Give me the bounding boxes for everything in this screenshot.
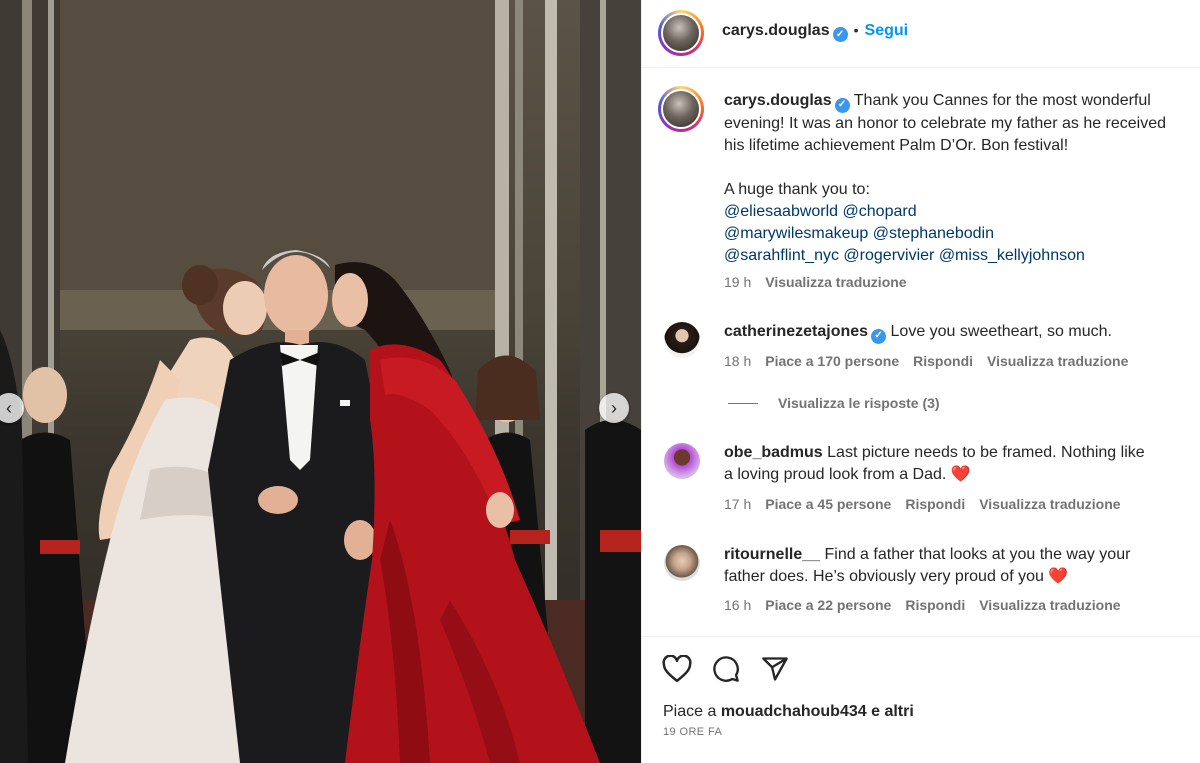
- mention-link[interactable]: @chopard: [843, 203, 917, 220]
- author-username[interactable]: carys.douglas: [722, 22, 830, 39]
- caption-text-line3: his lifetime achievement Palm D’Or. Bon …: [724, 136, 1069, 154]
- mention-link[interactable]: @marywilesmakeup: [724, 225, 868, 242]
- likes-prefix: Piace a: [663, 703, 717, 720]
- heart-icon[interactable]: [662, 655, 692, 683]
- comment-avatar[interactable]: [664, 545, 700, 581]
- comment-reply-button[interactable]: Rispondi: [905, 597, 965, 613]
- verified-badge-icon: ✓: [871, 328, 887, 344]
- heart-emoji-icon: ❤️: [950, 466, 971, 483]
- mention-link[interactable]: @sarahflint_nyc: [724, 247, 839, 264]
- comment-meta: 17 h Piace a 45 persone Rispondi Visualizza…: [724, 496, 1135, 512]
- post-actions-bar: [642, 636, 1200, 763]
- comment-username[interactable]: obe_badmus: [724, 444, 823, 461]
- comment-likes[interactable]: Piace a 22 persone: [765, 597, 891, 613]
- post-details-panel: carys.douglas ✓ • Segui carys.douglas ✓ Than…: [641, 0, 1200, 763]
- comment-item: ritournelle__ Find a father that looks a…: [724, 544, 1130, 588]
- author-avatar[interactable]: [658, 10, 704, 56]
- comment-username[interactable]: catherinezetajones: [724, 323, 868, 340]
- caption-translate-link[interactable]: Visualizza traduzione: [765, 274, 906, 290]
- comment-translate-link[interactable]: Visualizza traduzione: [987, 353, 1128, 369]
- chevron-left-icon: ‹: [6, 398, 12, 418]
- comment-icon[interactable]: [712, 655, 740, 683]
- comment-translate-link[interactable]: Visualizza traduzione: [979, 597, 1120, 613]
- heart-emoji-icon: ❤️: [1048, 568, 1069, 585]
- separator-dot: •: [853, 22, 859, 38]
- comment-time[interactable]: 17 h: [724, 496, 751, 512]
- caption-text-line2: evening! It was an honor to celebrate my…: [724, 114, 1167, 132]
- verified-badge-icon: ✓: [832, 27, 848, 42]
- comment-likes[interactable]: Piace a 170 persone: [765, 353, 899, 369]
- comment-avatar[interactable]: [664, 322, 700, 358]
- comment-text: father does. He’s obviously very proud o…: [724, 568, 1044, 585]
- post-timestamp[interactable]: 19 ORE FA: [663, 726, 722, 738]
- caption-time[interactable]: 19 h: [724, 274, 751, 290]
- comment-likes[interactable]: Piace a 45 persone: [765, 496, 891, 512]
- comment-meta: 16 h Piace a 22 persone Rispondi Visualizza…: [724, 597, 1135, 613]
- mention-link[interactable]: @eliesaabworld: [724, 203, 838, 220]
- comment-text: Love you sweetheart, so much.: [890, 323, 1112, 340]
- comment-time[interactable]: 18 h: [724, 353, 751, 369]
- comment-reply-button[interactable]: Rispondi: [905, 496, 965, 512]
- post-caption: carys.douglas ✓ Thank you Cannes for the …: [724, 90, 1200, 267]
- thanks-heading: A huge thank you to:: [724, 180, 870, 198]
- mention-link[interactable]: @miss_kellyjohnson: [939, 247, 1085, 264]
- share-icon[interactable]: [761, 655, 789, 683]
- view-replies-button[interactable]: Visualizza le risposte (3): [728, 395, 954, 411]
- comment-time[interactable]: 16 h: [724, 597, 751, 613]
- comment-text: a loving proud look from a Dad.: [724, 466, 947, 483]
- divider-line: [728, 402, 758, 404]
- comment-avatar[interactable]: [664, 443, 700, 479]
- caption-meta: 19 h Visualizza traduzione: [724, 274, 921, 290]
- comment-text: Find a father that looks at you the way …: [824, 546, 1131, 563]
- comment-text: Last picture needs to be framed. Nothing…: [827, 444, 1145, 461]
- view-replies-label: Visualizza le risposte (3): [778, 395, 940, 411]
- caption-author-avatar[interactable]: [658, 86, 704, 132]
- likes-others-link[interactable]: e altri: [871, 703, 914, 720]
- comment-username[interactable]: ritournelle__: [724, 546, 820, 563]
- comment-item: catherinezetajones ✓ Love you sweetheart,…: [724, 321, 1112, 344]
- mention-link[interactable]: @rogervivier: [843, 247, 934, 264]
- comment-meta: 18 h Piace a 170 persone Rispondi Visualizz…: [724, 353, 1142, 369]
- chevron-right-icon: ›: [611, 398, 617, 418]
- comment-translate-link[interactable]: Visualizza traduzione: [979, 496, 1120, 512]
- caption-username[interactable]: carys.douglas: [724, 92, 832, 109]
- comment-item: obe_badmus Last picture needs to be fram…: [724, 442, 1145, 486]
- likes-user-link[interactable]: mouadchahoub434: [721, 703, 867, 720]
- red-carpet-photo-illustration: [0, 0, 641, 763]
- verified-badge-icon: ✓: [834, 97, 850, 113]
- post-photo[interactable]: ‹ ›: [0, 0, 641, 763]
- carousel-next-button[interactable]: ›: [599, 393, 629, 423]
- comment-reply-button[interactable]: Rispondi: [913, 353, 973, 369]
- post-header: carys.douglas ✓ • Segui: [642, 0, 1200, 68]
- likes-summary: Piace a mouadchahoub434 e altri: [663, 703, 914, 721]
- caption-text-line1: Thank you Cannes for the most wonderful: [853, 92, 1151, 109]
- follow-button[interactable]: Segui: [865, 22, 909, 39]
- mention-link[interactable]: @stephanebodin: [873, 225, 994, 242]
